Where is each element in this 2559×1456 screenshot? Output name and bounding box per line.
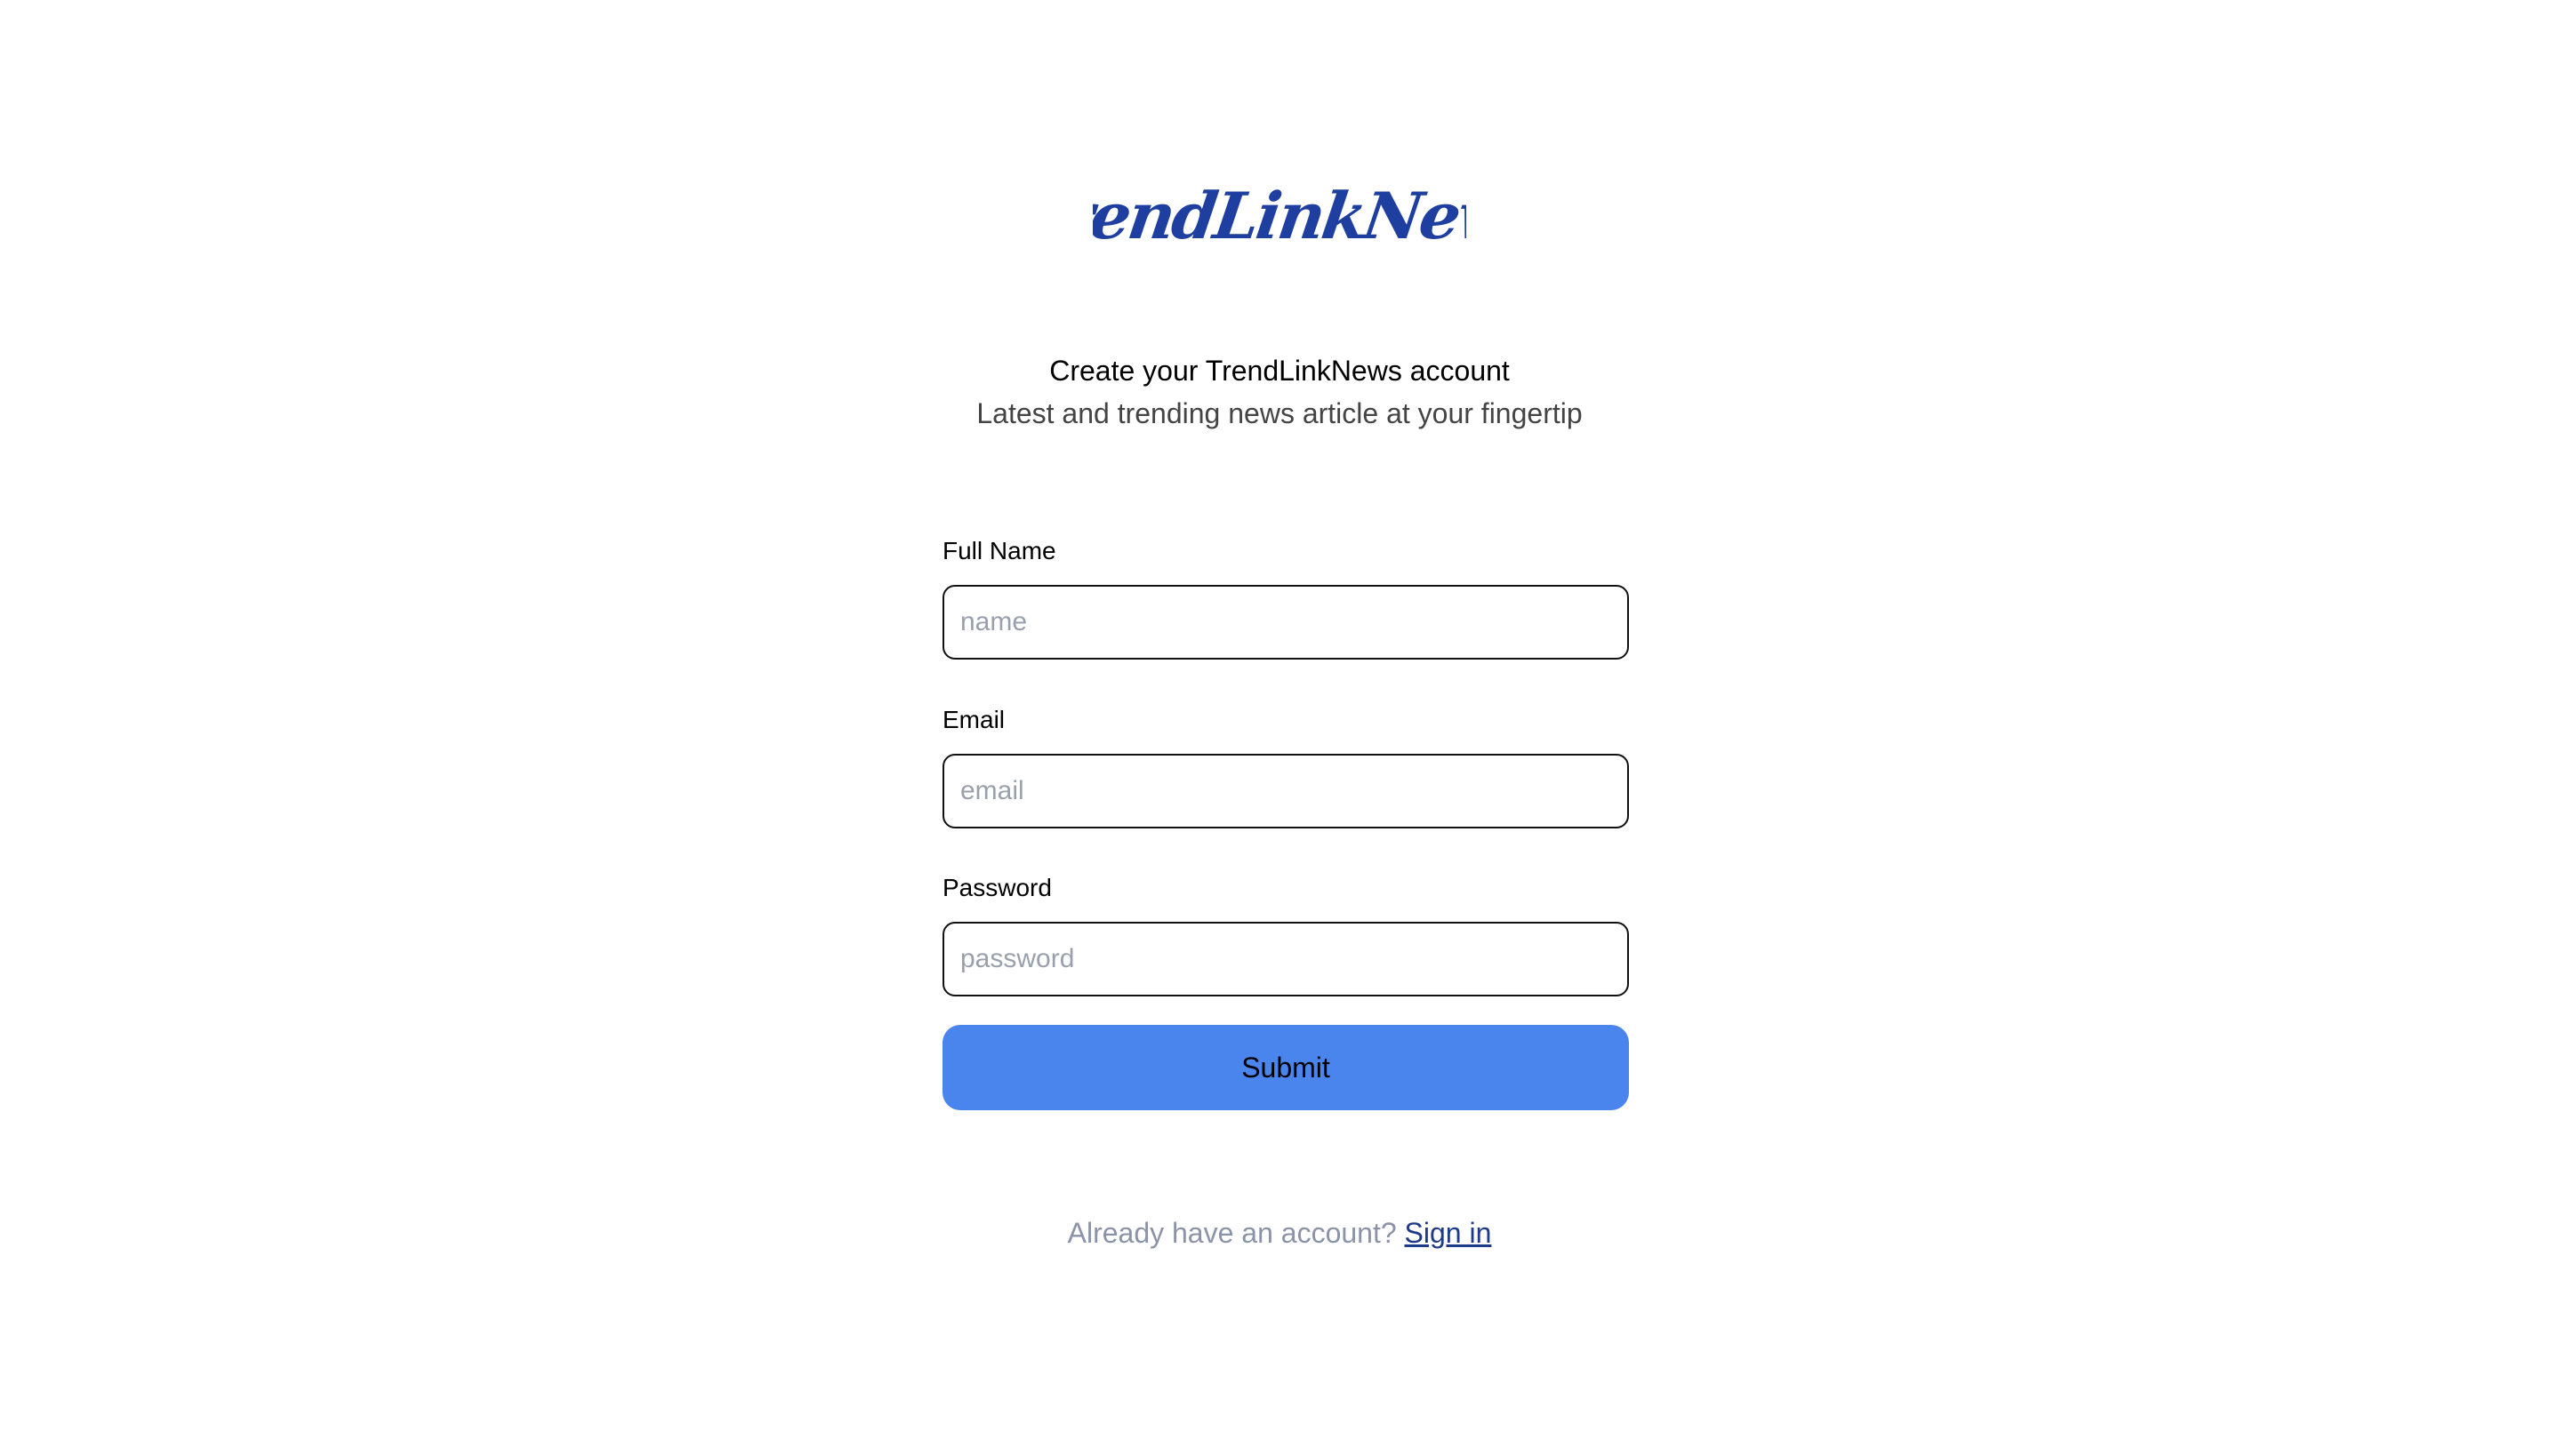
- password-label: Password: [943, 874, 1052, 901]
- full-name-input[interactable]: [943, 585, 1629, 660]
- submit-button[interactable]: Submit: [943, 1025, 1629, 1110]
- brand-logo: TrendLinkNews: [0, 167, 2559, 274]
- signin-prompt-text: Already have an account?: [1067, 1217, 1397, 1249]
- signin-prompt: Already have an account? Sign in: [0, 1213, 2559, 1252]
- password-input[interactable]: [943, 922, 1629, 996]
- page-subtitle: Latest and trending news article at your…: [976, 397, 1583, 429]
- email-input[interactable]: [943, 754, 1629, 828]
- email-label: Email: [943, 706, 1006, 733]
- page-title: Create your TrendLinkNews account: [1049, 355, 1510, 387]
- signup-page: TrendLinkNews Create your TrendLinkNews …: [0, 0, 2559, 1456]
- svg-text:TrendLinkNews: TrendLinkNews: [1093, 179, 1466, 254]
- brand-logo-wordmark: TrendLinkNews: [1093, 179, 1466, 254]
- signin-link[interactable]: Sign in: [1405, 1217, 1492, 1249]
- full-name-label: Full Name: [943, 537, 1056, 564]
